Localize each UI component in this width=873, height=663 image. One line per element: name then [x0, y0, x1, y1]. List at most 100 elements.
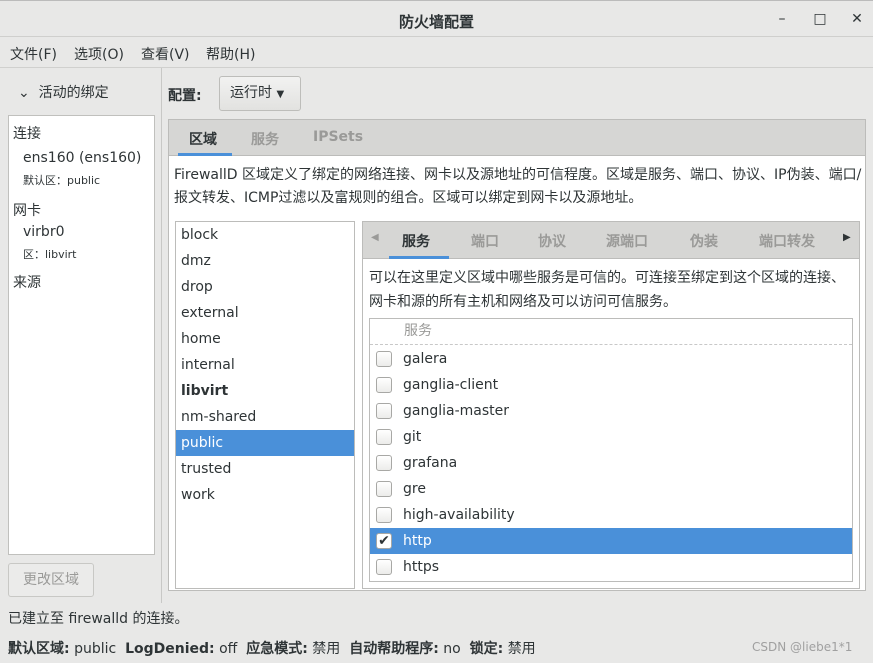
- service-name: ganglia-client: [403, 377, 499, 393]
- zone-list: block dmz drop external home internal libvirt n…: [175, 221, 355, 589]
- logdenied-value: off: [219, 641, 238, 657]
- services-table: 服务 galera ganglia-client ganglia-master git…: [369, 318, 853, 582]
- nic-zone: 区：libvirt: [23, 248, 77, 261]
- service-name: https: [403, 559, 440, 575]
- service-name: git: [403, 429, 422, 445]
- service-row[interactable]: galera: [370, 346, 852, 372]
- logdenied-label: LogDenied:: [125, 641, 215, 657]
- service-checkbox[interactable]: [376, 351, 392, 367]
- scroll-left-icon[interactable]: ◀: [371, 232, 379, 243]
- service-row[interactable]: git: [370, 424, 852, 450]
- service-checkbox[interactable]: [376, 377, 392, 393]
- title-bar: 防火墙配置 – □ ✕: [0, 0, 873, 37]
- service-checkbox[interactable]: [376, 481, 392, 497]
- service-name: gre: [403, 481, 426, 497]
- nic-label: 网卡: [13, 203, 41, 219]
- lockdown-value: 禁用: [507, 641, 536, 657]
- change-zone-button[interactable]: 更改区域: [8, 563, 94, 597]
- status-message: 已建立至 firewalld 的连接。: [8, 611, 189, 627]
- config-label: 配置:: [168, 88, 202, 104]
- zone-item-nm-shared[interactable]: nm-shared: [176, 404, 354, 430]
- services-description: 可以在这里定义区域中哪些服务是可信的。可连接至绑定到这个区域的连接、网卡和源的所…: [369, 270, 845, 310]
- zone-item-public[interactable]: public: [176, 430, 354, 456]
- service-name: ganglia-master: [403, 403, 510, 419]
- zone-item-internal[interactable]: internal: [176, 352, 354, 378]
- pane-divider[interactable]: [161, 68, 162, 603]
- menu-view[interactable]: 查看(V): [141, 44, 190, 64]
- main-notebook: 区域 服务 IPSets FirewallD 区域定义了绑定的网络连接、网卡以及…: [168, 119, 866, 591]
- zone-item-drop[interactable]: drop: [176, 274, 354, 300]
- service-checkbox[interactable]: [376, 559, 392, 575]
- window-title: 防火墙配置: [398, 13, 474, 31]
- status-info: 默认区域: public LogDenied: off 应急模式: 禁用 自动帮…: [8, 638, 536, 658]
- service-checkbox[interactable]: [376, 507, 392, 523]
- service-row[interactable]: gre: [370, 476, 852, 502]
- chevron-down-icon: ⌄: [18, 85, 30, 101]
- service-checkbox[interactable]: ✔: [376, 533, 392, 549]
- menu-help[interactable]: 帮助(H): [206, 44, 255, 64]
- config-dropdown[interactable]: 运行时 ▼: [219, 76, 301, 111]
- service-row[interactable]: high-availability: [370, 502, 852, 528]
- zone-item-trusted[interactable]: trusted: [176, 456, 354, 482]
- service-row[interactable]: ganglia-master: [370, 398, 852, 424]
- sources-label: 来源: [13, 275, 41, 291]
- menu-options[interactable]: 选项(O): [74, 44, 124, 64]
- active-tab-indicator: [178, 153, 232, 156]
- tab-ipsets[interactable]: IPSets: [313, 129, 363, 145]
- bindings-list: 连接 ens160 (ens160) 默认区：public 网卡 virbr0 …: [8, 115, 155, 555]
- tab-ports[interactable]: 端口: [471, 231, 499, 251]
- active-bindings-expander[interactable]: ⌄ 活动的绑定: [18, 82, 109, 102]
- menu-bar: 文件(F) 选项(O) 查看(V) 帮助(H): [0, 37, 873, 68]
- zone-item-dmz[interactable]: dmz: [176, 248, 354, 274]
- service-name: grafana: [403, 455, 458, 471]
- connection-zone: 默认区：public: [23, 174, 101, 187]
- connection-item[interactable]: ens160 (ens160): [23, 150, 141, 166]
- zone-item-libvirt[interactable]: libvirt: [176, 378, 354, 404]
- service-row[interactable]: ✔ http: [370, 528, 852, 554]
- services-column-header[interactable]: 服务: [370, 319, 852, 345]
- zone-item-block[interactable]: block: [176, 222, 354, 248]
- tab-inner-services[interactable]: 服务: [402, 231, 430, 251]
- service-row[interactable]: ganglia-client: [370, 372, 852, 398]
- zone-item-external[interactable]: external: [176, 300, 354, 326]
- zone-item-work[interactable]: work: [176, 482, 354, 508]
- connections-label: 连接: [13, 126, 41, 142]
- menu-file[interactable]: 文件(F): [10, 44, 57, 64]
- zone-description: FirewallD 区域定义了绑定的网络连接、网卡以及源地址的可信程度。区域是服…: [174, 167, 862, 206]
- tab-masquerade[interactable]: 伪装: [690, 231, 718, 251]
- close-icon[interactable]: ✕: [847, 9, 867, 29]
- dropdown-arrow-icon: ▼: [276, 89, 285, 100]
- zone-settings-tabs: ◀ 服务 端口 协议 源端口 伪装 端口转发 ▶: [363, 222, 859, 259]
- tab-port-forward[interactable]: 端口转发: [759, 231, 815, 251]
- lockdown-label: 锁定:: [469, 641, 504, 657]
- main-tabs: 区域 服务 IPSets: [169, 120, 865, 156]
- active-bindings-label: 活动的绑定: [38, 85, 109, 101]
- service-row[interactable]: https: [370, 554, 852, 580]
- panic-value: 禁用: [312, 641, 341, 657]
- tab-services[interactable]: 服务: [251, 129, 279, 149]
- service-name: high-availability: [403, 507, 515, 523]
- default-zone-value: public: [74, 641, 117, 657]
- panic-label: 应急模式:: [246, 641, 308, 657]
- config-value: 运行时: [230, 85, 272, 101]
- service-checkbox[interactable]: [376, 429, 392, 445]
- service-checkbox[interactable]: [376, 455, 392, 471]
- service-name: http: [403, 533, 432, 549]
- zone-settings-notebook: ◀ 服务 端口 协议 源端口 伪装 端口转发 ▶ 可以在这里定义区域中哪些服务是…: [362, 221, 860, 589]
- default-zone-label: 默认区域:: [8, 641, 70, 657]
- scroll-right-icon[interactable]: ▶: [843, 232, 851, 243]
- tab-protocols[interactable]: 协议: [538, 231, 566, 251]
- service-row[interactable]: grafana: [370, 450, 852, 476]
- active-inner-tab-indicator: [389, 256, 449, 259]
- watermark: CSDN @liebe1*1: [752, 640, 853, 654]
- service-checkbox[interactable]: [376, 403, 392, 419]
- helper-value: no: [443, 641, 461, 657]
- helper-label: 自动帮助程序:: [349, 641, 439, 657]
- nic-item[interactable]: virbr0: [23, 224, 64, 240]
- zone-item-home[interactable]: home: [176, 326, 354, 352]
- minimize-icon[interactable]: –: [772, 9, 792, 29]
- tab-zones[interactable]: 区域: [189, 129, 217, 149]
- tab-source-ports[interactable]: 源端口: [606, 231, 648, 251]
- service-name: galera: [403, 351, 448, 367]
- maximize-icon[interactable]: □: [810, 9, 830, 29]
